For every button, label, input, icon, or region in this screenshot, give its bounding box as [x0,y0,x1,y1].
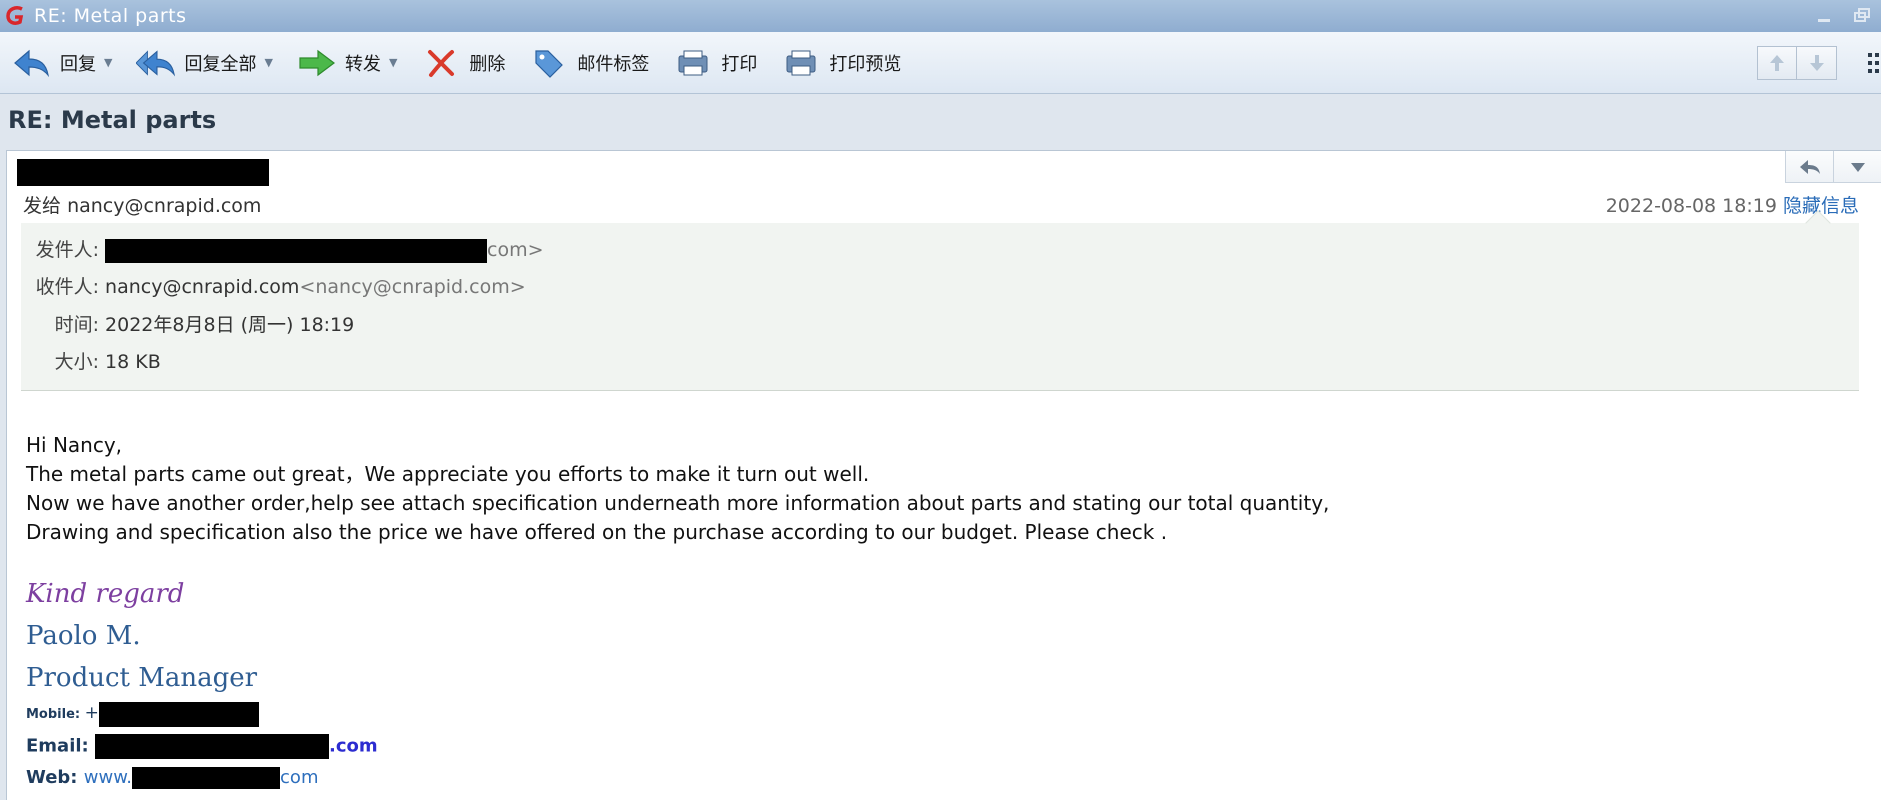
web-tail[interactable]: com [280,767,318,788]
email-tail[interactable]: .com [329,736,378,757]
body-line: Hi Nancy, [26,433,123,457]
arrow-down-icon [1809,55,1824,71]
time-row: 时间: 2022年8月8日 (周一) 18:19 [21,310,355,337]
more-actions-button[interactable] [1833,151,1881,183]
reply-all-label: 回复全部 [184,53,257,75]
signature-closing: Kind regard [26,579,185,609]
to-address: nancy@cnrapid.com [67,195,262,217]
restore-button[interactable] [1843,0,1881,32]
print-preview-button[interactable]: 打印预览 [781,41,901,85]
web-address-redacted [132,767,281,789]
from-label: 发件人: [35,239,99,261]
print-preview-label: 打印预览 [829,53,902,75]
to-row: 收件人: nancy@cnrapid.com<nancy@cnrapid.com… [21,272,526,299]
size-label: 大小: [54,351,99,373]
toolbar: 回复 ▼ 回复全部 ▼ 转发 ▼ 删除 邮件标签 打印 打印预览 [0,32,1881,94]
window-controls [1805,0,1881,32]
panel-actions [1785,151,1881,183]
reply-button[interactable]: 回复 ▼ [12,41,112,85]
arrow-up-icon [1770,55,1784,71]
mail-date: 2022-08-08 18:19 [1605,195,1777,217]
body-line: Now we have another order,help see attac… [26,491,1330,515]
signature-email: Email: .com [26,734,378,759]
minimize-button[interactable] [1805,0,1843,32]
mobile-label: Mobile: [26,707,81,722]
signature-web: Web: www. com [26,767,318,789]
chevron-down-icon [1850,162,1865,172]
size-row: 大小: 18 KB [21,347,161,374]
more-options-icon[interactable] [1867,52,1881,74]
from-row: 发件人: com> [21,235,544,263]
print-preview-icon [781,47,821,79]
email-label: Email: [26,735,89,757]
message-navigation [1757,46,1837,80]
forward-label: 转发 [344,53,381,75]
forward-icon [297,47,337,79]
to-address-full: <nancy@cnrapid.com> [299,276,526,298]
email-address-redacted [95,734,330,759]
mail-tag-button[interactable]: 邮件标签 [529,41,649,85]
tag-icon [529,47,569,79]
mail-tag-label: 邮件标签 [577,53,650,75]
recipient-summary: 发给 nancy@cnrapid.com [23,191,261,218]
print-label: 打印 [721,53,758,75]
signature-title: Product Manager [26,663,258,693]
delete-icon [421,47,461,79]
delete-label: 删除 [469,53,506,75]
forward-menu-caret-icon[interactable]: ▼ [389,56,397,69]
reply-all-icon [136,47,176,79]
quick-reply-button[interactable] [1785,151,1833,183]
mobile-number-redacted [98,702,259,727]
restore-icon [1854,8,1870,22]
body-line: The metal parts came out great，We apprec… [26,462,870,486]
minimize-icon [1818,19,1830,22]
from-address-redacted [105,238,488,263]
signature-name: Paolo M. [26,621,141,651]
web-prefix[interactable]: www. [84,767,132,788]
mail-subject: RE: Metal parts [8,106,217,134]
reply-all-button[interactable]: 回复全部 ▼ [136,41,273,85]
sender-name-redacted [17,159,269,186]
app-logo-icon [6,6,24,25]
previous-message-button[interactable] [1757,46,1797,80]
print-button[interactable]: 打印 [673,41,757,85]
body-line: Drawing and specification also the price… [26,520,1168,544]
reply-menu-caret-icon[interactable]: ▼ [104,56,112,69]
delete-button[interactable]: 删除 [421,41,505,85]
mail-body: Hi Nancy, The metal parts came out great… [26,431,1329,547]
time-label: 时间: [54,314,99,336]
size-value: 18 KB [105,351,161,373]
mail-panel: 发给 nancy@cnrapid.com 2022-08-08 18:19 隐藏… [6,150,1881,800]
time-value: 2022年8月8日 (周一) 18:19 [105,314,355,336]
to-label: 收件人: [35,276,99,298]
print-icon [673,47,713,79]
reply-all-menu-caret-icon[interactable]: ▼ [264,56,272,69]
next-message-button[interactable] [1797,46,1837,80]
mail-details: 发件人: com> 收件人: nancy@cnrapid.com<nancy@c… [21,210,1859,391]
to-name: nancy@cnrapid.com [105,276,300,298]
from-address-tail: com> [487,239,544,261]
forward-button[interactable]: 转发 ▼ [297,41,397,85]
title-bar: RE: Metal parts [0,0,1881,32]
reply-icon [12,47,52,79]
to-prefix: 发给 [23,195,62,217]
signature-mobile: Mobile: + [26,702,259,727]
mobile-prefix: + [84,703,99,723]
reply-label: 回复 [60,53,96,75]
reply-arrow-icon [1799,159,1820,174]
window-title: RE: Metal parts [34,5,187,27]
web-label: Web: [26,767,78,788]
